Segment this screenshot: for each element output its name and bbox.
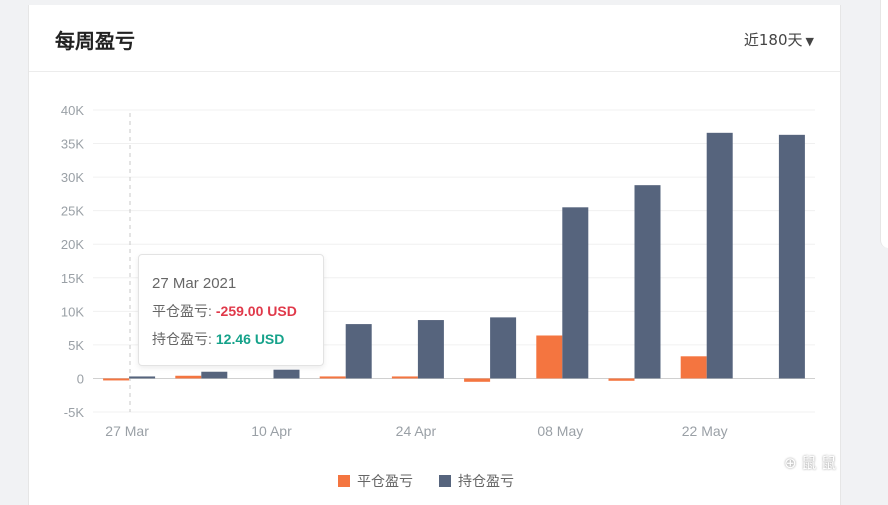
legend-swatch-unrealized	[439, 475, 451, 487]
tooltip-realized-label: 平仓盈亏:	[152, 303, 212, 319]
x-tick-label: 27 Mar	[105, 423, 149, 439]
bar-unrealized	[345, 324, 372, 379]
x-tick-label: 22 May	[682, 423, 728, 439]
tooltip-unrealized-label: 持仓盈亏:	[152, 331, 212, 347]
y-tick-label: 35K	[61, 137, 84, 152]
bar-unrealized	[129, 376, 156, 379]
tooltip-unrealized-value: 12.46 USD	[215, 331, 285, 347]
legend-label-unrealized: 持仓盈亏	[458, 474, 514, 490]
legend-item-realized[interactable]: 平仓盈亏	[338, 471, 413, 491]
bar-realized	[175, 375, 202, 379]
y-tick-label: 15K	[61, 271, 84, 286]
x-tick-label: 24 Apr	[396, 423, 437, 439]
chart-legend: 平仓盈亏 持仓盈亏	[338, 471, 514, 491]
legend-item-unrealized[interactable]: 持仓盈亏	[439, 471, 514, 491]
bar-unrealized	[273, 369, 300, 379]
tooltip-realized-row: 平仓盈亏: -259.00 USD	[152, 301, 297, 321]
bar-unrealized	[562, 207, 589, 379]
legend-label-realized: 平仓盈亏	[357, 474, 413, 490]
x-tick-label: 10 Apr	[251, 423, 292, 439]
bar-realized	[391, 376, 418, 379]
bar-unrealized	[490, 317, 517, 379]
watermark: ⊕ 鼠 鼠	[784, 454, 837, 472]
y-tick-label: -5K	[64, 405, 85, 420]
bar-realized	[608, 378, 635, 381]
bar-unrealized	[201, 371, 228, 379]
chart-tooltip: 27 Mar 2021 平仓盈亏: -259.00 USD 持仓盈亏: 12.46 …	[138, 254, 324, 366]
tooltip-realized-value: -259.00 USD	[215, 303, 297, 319]
weekly-pnl-chart: 40K 35K 30K 25K 20K 15K 10K 5K 0 -5K 27 Mar 10 Apr 2…	[61, 103, 815, 439]
legend-swatch-realized	[338, 475, 350, 487]
tooltip-date: 27 Mar 2021	[152, 275, 237, 292]
bar-unrealized	[634, 185, 661, 379]
y-tick-label: 20K	[61, 237, 84, 252]
y-tick-label: 0	[77, 371, 84, 386]
y-tick-label: 5K	[68, 338, 84, 353]
y-tick-label: 40K	[61, 103, 84, 118]
bar-realized	[464, 378, 491, 382]
tooltip-unrealized-row: 持仓盈亏: 12.46 USD	[152, 329, 284, 349]
y-tick-label: 30K	[61, 170, 84, 185]
bar-unrealized	[706, 132, 733, 379]
bar-realized	[680, 356, 707, 379]
bar-realized	[319, 376, 346, 379]
bar-realized	[103, 378, 130, 381]
bar-realized	[536, 335, 563, 379]
y-tick-label: 10K	[61, 304, 84, 319]
bar-unrealized	[778, 134, 805, 379]
bar-unrealized	[417, 320, 444, 379]
x-tick-label: 08 May	[537, 423, 583, 439]
y-tick-label: 25K	[61, 204, 84, 219]
